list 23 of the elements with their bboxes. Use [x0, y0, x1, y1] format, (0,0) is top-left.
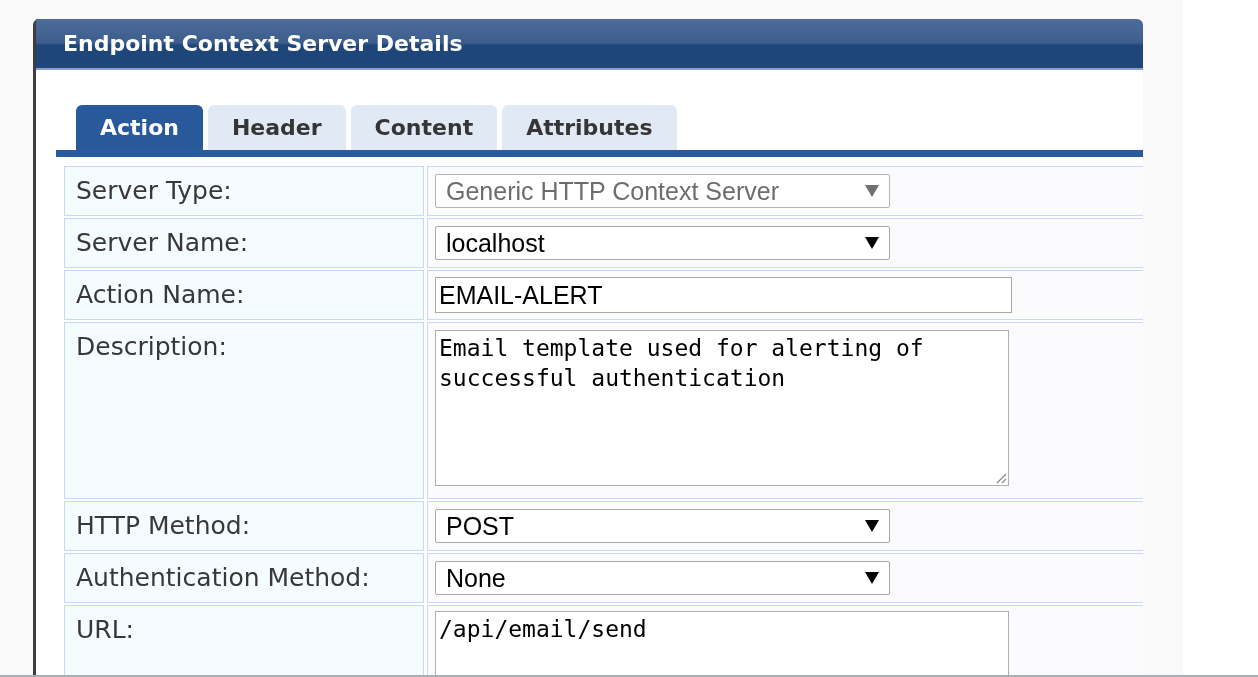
- text-area[interactable]: Email template used for alerting of successful authentication: [435, 330, 1009, 486]
- field-label: Server Name:: [76, 229, 250, 257]
- caret-icon: [865, 572, 879, 584]
- caret-icon: [865, 237, 879, 249]
- dropdown[interactable]: POST: [435, 509, 890, 543]
- field-label: Server Type:: [76, 177, 233, 205]
- dialog-title: Endpoint Context Server Details: [63, 32, 463, 55]
- tab[interactable]: Header: [207, 105, 346, 150]
- text-area[interactable]: /api/email/send: [435, 611, 1009, 675]
- field-label: Authentication Method:: [76, 564, 371, 592]
- tab[interactable]: Attributes: [502, 105, 677, 150]
- text-input[interactable]: EMAIL-ALERT: [435, 277, 1012, 313]
- tab[interactable]: Action: [76, 105, 203, 150]
- resize-grip-icon[interactable]: [996, 473, 1007, 484]
- tab[interactable]: Content: [350, 105, 498, 150]
- field-label: Action Name:: [76, 281, 246, 309]
- dropdown[interactable]: localhost: [435, 226, 890, 260]
- field-label: HTTP Method:: [76, 512, 252, 540]
- caret-icon: [865, 520, 879, 532]
- caret-icon: [865, 185, 879, 197]
- dropdown[interactable]: None: [435, 561, 890, 595]
- field-label: URL:: [76, 616, 136, 644]
- field-label: Description:: [76, 333, 228, 361]
